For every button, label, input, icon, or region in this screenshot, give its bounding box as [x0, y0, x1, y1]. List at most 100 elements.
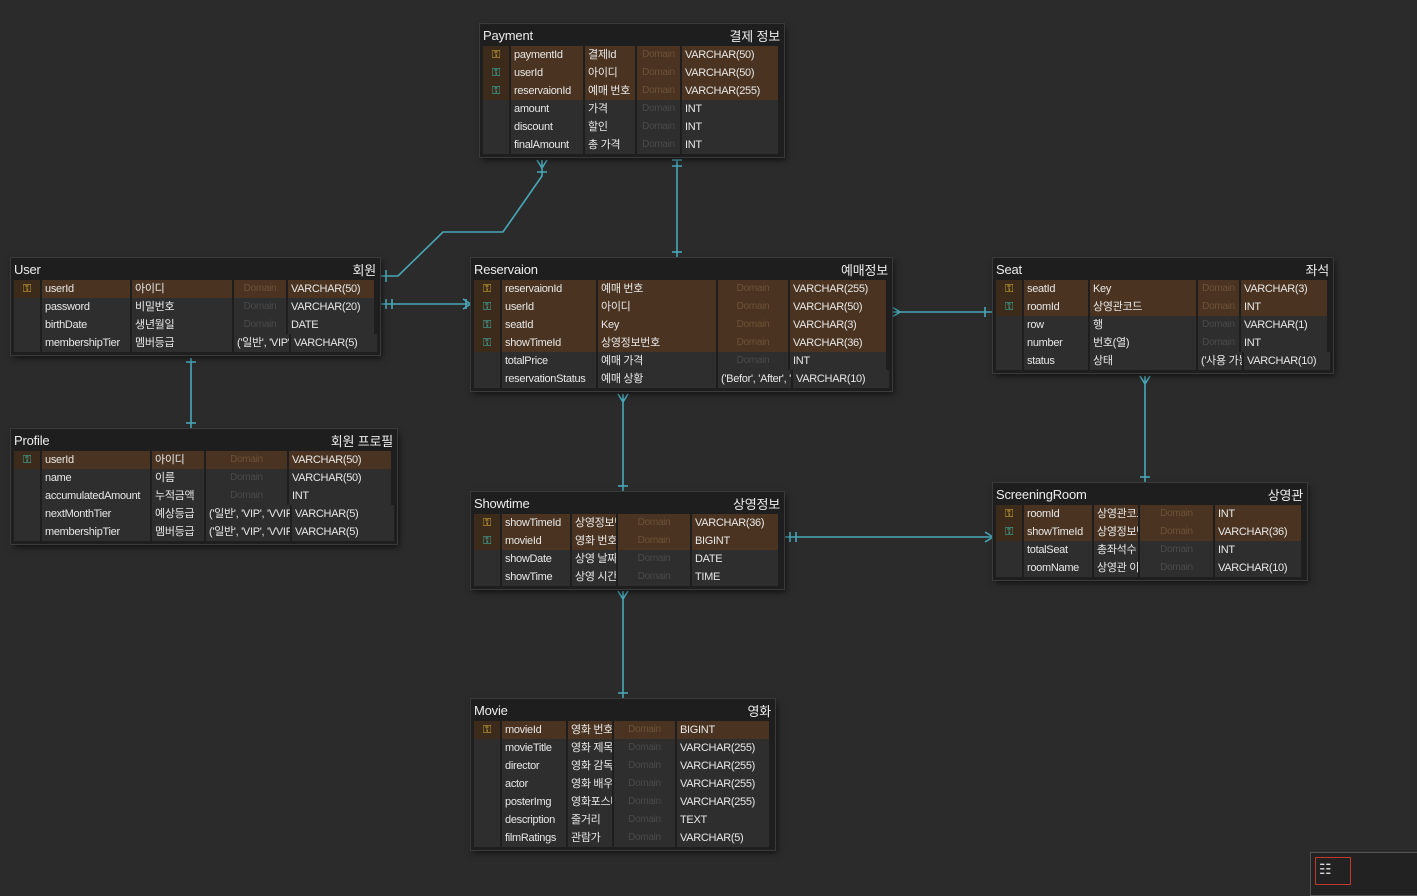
column-row[interactable]: membershipTier멤버등급('일반', 'VIP', 'VVIP')V… — [14, 334, 377, 352]
entity-payment[interactable]: Payment 결제 정보 ⚿ paymentId 결제Id Domain VARCHAR(… — [480, 24, 784, 157]
column-type: BIGINT — [692, 532, 778, 550]
column-row[interactable]: ⚿ userId 아이디 Domain VARCHAR(50) — [474, 298, 889, 316]
column-logical-name: 영화 제목 — [568, 739, 612, 757]
column-type: VARCHAR(255) — [682, 82, 778, 100]
column-row[interactable]: finalAmount 총 가격 Domain INT — [483, 136, 781, 154]
column-row[interactable]: totalSeat 총좌석수 Domain INT — [996, 541, 1304, 559]
column-row[interactable]: totalPrice 예매 가격 Domain INT — [474, 352, 889, 370]
column-row[interactable]: director 영화 감독 Domain VARCHAR(255) — [474, 757, 772, 775]
column-type: BIGINT — [677, 721, 769, 739]
entity-reservaion[interactable]: Reservaion 예매정보 ⚿ reservaionId 예매 번호 Domain VA… — [471, 258, 892, 391]
column-row[interactable]: ⚿ userId 아이디 Domain VARCHAR(50) — [483, 64, 781, 82]
entity-logical-name: 회원 프로필 — [330, 433, 393, 449]
column-type: VARCHAR(50) — [790, 298, 886, 316]
column-row[interactable]: amount 가격 Domain INT — [483, 100, 781, 118]
column-row[interactable]: filmRatings 관람가 Domain VARCHAR(5) — [474, 829, 772, 847]
column-row[interactable]: number 번호(열) Domain INT — [996, 334, 1330, 352]
column-logical-name: 아이디 — [598, 298, 716, 316]
column-row[interactable]: roomName상영관 이름DomainVARCHAR(10) — [996, 559, 1304, 577]
column-row[interactable]: ⚿ userId 아이디 Domain VARCHAR(50) — [14, 280, 377, 298]
column-type: VARCHAR(50) — [288, 280, 374, 298]
key-cell — [14, 487, 40, 505]
primary-key-icon: ⚿ — [474, 721, 500, 739]
column-domain-placeholder: Domain — [614, 793, 675, 811]
column-domain-placeholder: Domain — [637, 64, 680, 82]
column-type: VARCHAR(1) — [1241, 316, 1327, 334]
column-domain-placeholder: Domain — [1140, 541, 1213, 559]
column-row[interactable]: ⚿showTimeId상영정보번호DomainVARCHAR(36) — [474, 514, 781, 532]
column-row[interactable]: posterImg영화포스터DomainVARCHAR(255) — [474, 793, 772, 811]
entity-header[interactable]: Payment 결제 정보 — [480, 24, 784, 46]
column-row[interactable]: reservationStatus 예매 상황 ('Befor', 'After',… — [474, 370, 889, 388]
foreign-key-icon: ⚿ — [474, 334, 500, 352]
foreign-key-icon: ⚿ — [483, 82, 509, 100]
column-type: VARCHAR(36) — [1215, 523, 1301, 541]
column-row[interactable]: movieTitle 영화 제목 Domain VARCHAR(255) — [474, 739, 772, 757]
column-row[interactable]: ⚿showTimeId상영정보번호DomainVARCHAR(36) — [996, 523, 1304, 541]
entity-showtime[interactable]: Showtime상영정보⚿showTimeId상영정보번호DomainVARCH… — [471, 492, 784, 589]
column-name: roomId — [1024, 298, 1088, 316]
column-name: membershipTier — [42, 523, 150, 541]
column-logical-name: 예매 상황 — [598, 370, 716, 388]
column-logical-name: 총 가격 — [585, 136, 635, 154]
column-domain-placeholder: Domain — [618, 550, 690, 568]
entity-header[interactable]: Movie 영화 — [471, 699, 775, 721]
column-name: userId — [42, 451, 150, 469]
entity-header[interactable]: Reservaion 예매정보 — [471, 258, 892, 280]
column-row[interactable]: ⚿ reservaionId 예매 번호 Domain VARCHAR(255) — [483, 82, 781, 100]
column-logical-name: 가격 — [585, 100, 635, 118]
column-list: ⚿showTimeId상영정보번호DomainVARCHAR(36)⚿movie… — [471, 514, 784, 589]
column-domain-placeholder: Domain — [618, 514, 690, 532]
entity-logical-name: 예매정보 — [840, 262, 888, 278]
column-row[interactable]: description 줄거리 Domain TEXT — [474, 811, 772, 829]
column-row[interactable]: showDate 상영 날짜 Domain DATE — [474, 550, 781, 568]
column-logical-name: 할인 — [585, 118, 635, 136]
entity-header[interactable]: Profile 회원 프로필 — [11, 429, 397, 451]
key-cell — [474, 352, 500, 370]
column-row[interactable]: ⚿ paymentId 결제Id Domain VARCHAR(50) — [483, 46, 781, 64]
column-row[interactable]: ⚿ movieId 영화 번호 Domain BIGINT — [474, 721, 772, 739]
column-row[interactable]: ⚿showTimeId상영정보번호DomainVARCHAR(36) — [474, 334, 889, 352]
key-cell — [474, 829, 500, 847]
column-row[interactable]: ⚿ userId 아이디 Domain VARCHAR(50) — [14, 451, 394, 469]
column-row[interactable]: membershipTier멤버등급('일반', 'VIP', 'VVIP')V… — [14, 523, 394, 541]
column-name: director — [502, 757, 566, 775]
column-row[interactable]: showTime 상영 시간 Domain TIME — [474, 568, 781, 586]
entity-seat[interactable]: Seat 좌석 ⚿ seatId Key Domain VARCHAR(3) ⚿ roomId 상… — [993, 258, 1333, 373]
key-cell — [14, 316, 40, 334]
column-row[interactable]: birthDate 생년월일 Domain DATE — [14, 316, 377, 334]
column-row[interactable]: status상태('사용 가능', '예약됨')VARCHAR(10) — [996, 352, 1330, 370]
column-name: showDate — [502, 550, 570, 568]
entity-header[interactable]: User 회원 — [11, 258, 380, 280]
column-domain-placeholder: Domain — [1198, 334, 1239, 352]
foreign-key-icon: ⚿ — [14, 451, 40, 469]
entity-profile[interactable]: Profile 회원 프로필 ⚿ userId 아이디 Domain VARCHAR(50)… — [11, 429, 397, 544]
column-row[interactable]: actor 영화 배우 Domain VARCHAR(255) — [474, 775, 772, 793]
entity-physical-name: Showtime — [474, 495, 530, 511]
column-row[interactable]: ⚿roomId상영관코드DomainINT — [996, 298, 1330, 316]
entity-header[interactable]: Seat 좌석 — [993, 258, 1333, 280]
column-row[interactable]: ⚿roomId상영관코드DomainINT — [996, 505, 1304, 523]
key-cell — [483, 100, 509, 118]
column-row[interactable]: ⚿ movieId 영화 번호 Domain BIGINT — [474, 532, 781, 550]
column-row[interactable]: name 이름 Domain VARCHAR(50) — [14, 469, 394, 487]
minimap[interactable]: ☷ — [1310, 852, 1417, 896]
entity-screening-room[interactable]: ScreeningRoom상영관⚿roomId상영관코드DomainINT⚿sh… — [993, 483, 1307, 580]
column-row[interactable]: ⚿ seatId Key Domain VARCHAR(3) — [474, 316, 889, 334]
column-name: number — [1024, 334, 1088, 352]
column-row[interactable]: ⚿ seatId Key Domain VARCHAR(3) — [996, 280, 1330, 298]
entity-movie[interactable]: Movie 영화 ⚿ movieId 영화 번호 Domain BIGINT movieTit… — [471, 699, 775, 850]
column-row[interactable]: ⚿ reservaionId 예매 번호 Domain VARCHAR(255) — [474, 280, 889, 298]
column-row[interactable]: nextMonthTier 예상등급 ('일반', 'VIP', 'VVIP') VA… — [14, 505, 394, 523]
column-row[interactable]: row 행 Domain VARCHAR(1) — [996, 316, 1330, 334]
column-row[interactable]: discount 할인 Domain INT — [483, 118, 781, 136]
column-logical-name: 영화포스터 — [568, 793, 612, 811]
entity-header[interactable]: ScreeningRoom 상영관 — [993, 483, 1307, 505]
entity-header[interactable]: Showtime 상영정보 — [471, 492, 784, 514]
column-logical-name: 누적금액 — [152, 487, 204, 505]
column-name: reservaionId — [511, 82, 583, 100]
column-row[interactable]: accumulatedAmount 누적금액 Domain INT — [14, 487, 394, 505]
column-list: ⚿ movieId 영화 번호 Domain BIGINT movieTitle 영화 제목… — [471, 721, 775, 850]
entity-user[interactable]: User 회원 ⚿ userId 아이디 Domain VARCHAR(50) passwor… — [11, 258, 380, 355]
column-row[interactable]: password 비밀번호 Domain VARCHAR(20) — [14, 298, 377, 316]
